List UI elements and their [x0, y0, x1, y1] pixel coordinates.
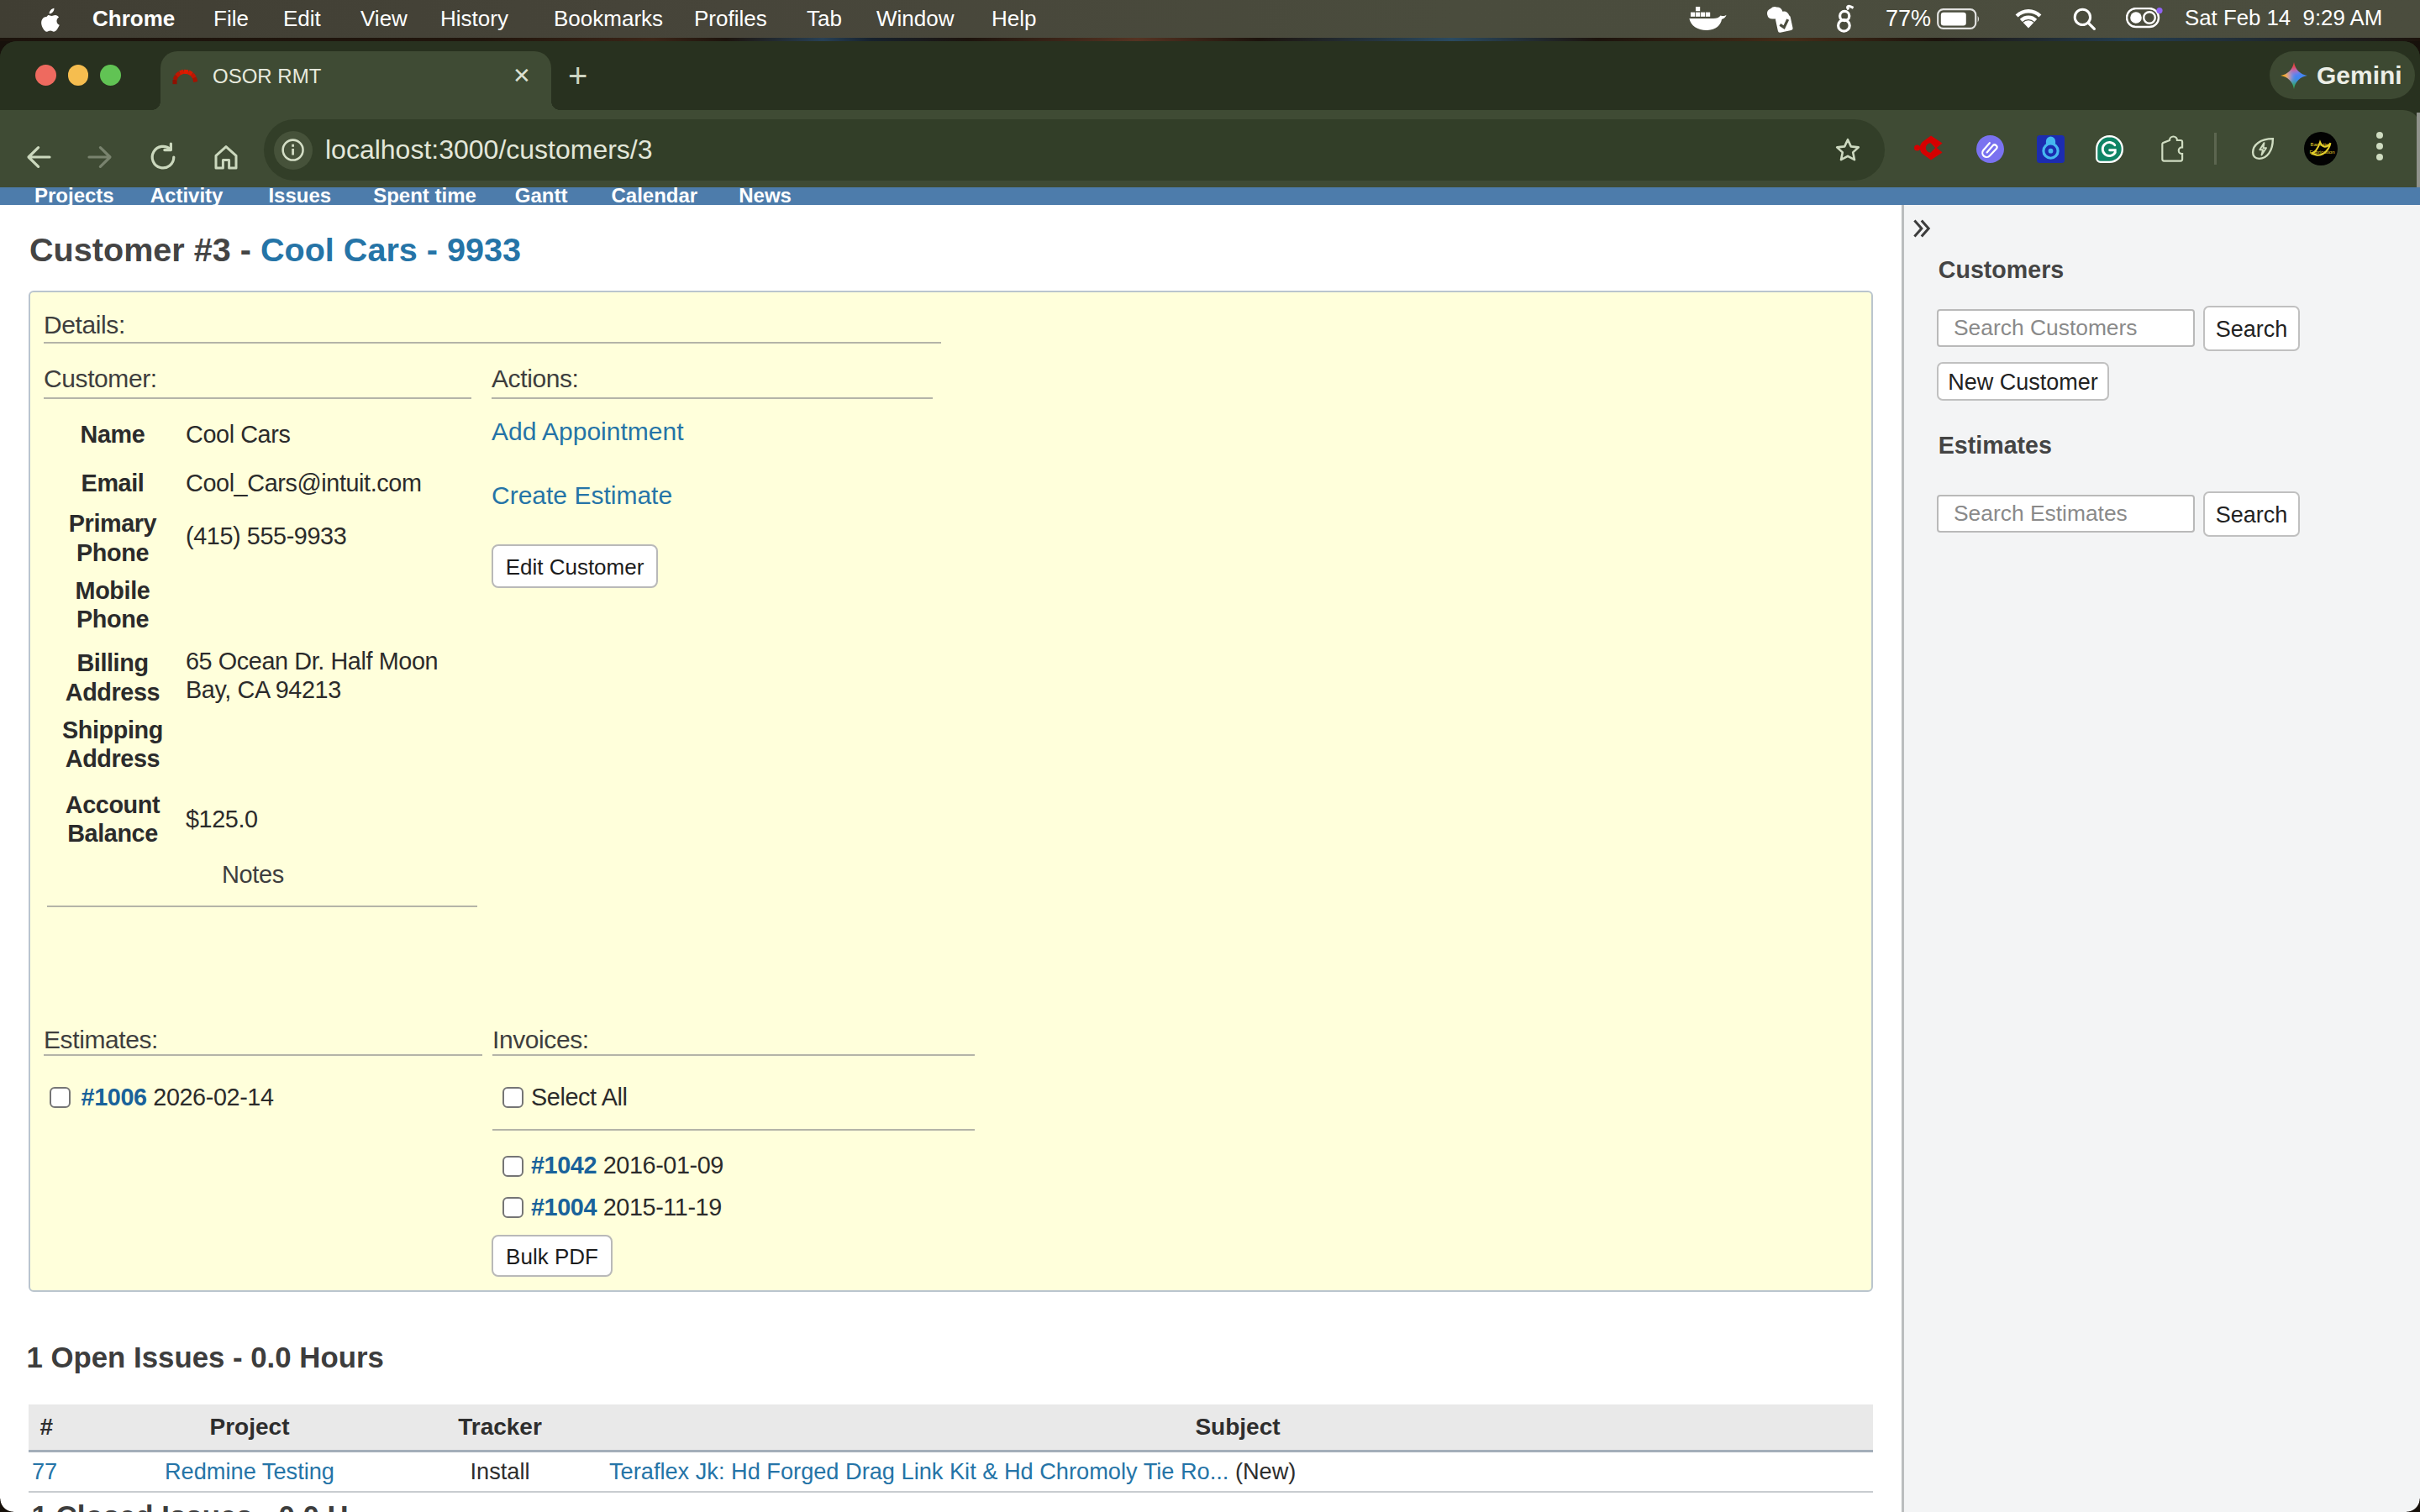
- svg-text:Fabrication: Fabrication: [2309, 149, 2334, 155]
- svg-text:Barrette: Barrette: [2311, 141, 2329, 147]
